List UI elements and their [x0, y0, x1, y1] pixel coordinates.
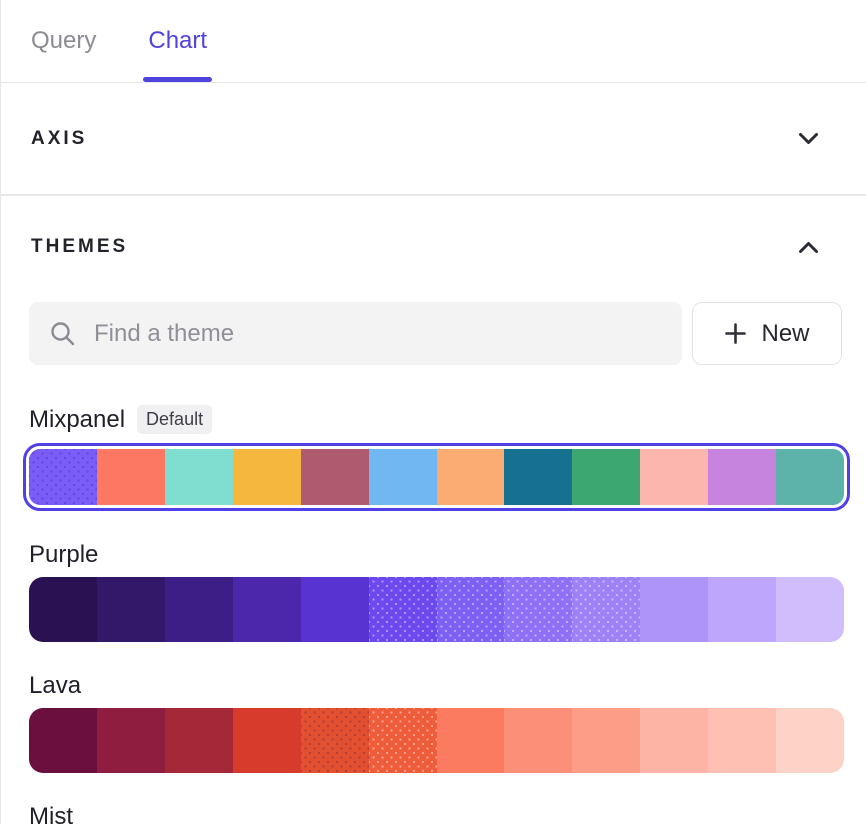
theme-name: Mist [29, 803, 73, 824]
theme-item-purple: Purple [29, 541, 844, 642]
chevron-up-icon [798, 241, 819, 254]
theme-search-row: New [1, 258, 866, 365]
color-swatch [29, 577, 97, 642]
theme-search-box[interactable] [29, 302, 682, 365]
color-swatch [369, 577, 437, 642]
color-swatch [776, 708, 844, 773]
color-swatch [97, 449, 165, 505]
axis-section-header[interactable]: AXIS [1, 83, 866, 196]
theme-name: Purple [29, 541, 98, 569]
color-swatch [165, 449, 233, 505]
color-swatch [301, 708, 369, 773]
chevron-down-icon [798, 132, 819, 145]
color-swatch [640, 577, 708, 642]
theme-swatch-row[interactable] [29, 708, 844, 773]
theme-swatch-row[interactable] [29, 577, 844, 642]
color-swatch [29, 708, 97, 773]
color-swatch [165, 708, 233, 773]
tab-bar: Query Chart [1, 0, 866, 83]
theme-list: Mixpanel Default Purple Lava Mist [1, 405, 866, 824]
theme-name: Lava [29, 672, 81, 700]
axis-section-title: AXIS [31, 128, 87, 150]
color-swatch [437, 449, 505, 505]
color-swatch [369, 708, 437, 773]
theme-item-mist: Mist [29, 803, 844, 824]
theme-name: Mixpanel [29, 406, 125, 434]
color-swatch [437, 708, 505, 773]
color-swatch [233, 577, 301, 642]
theme-label-row: Mixpanel Default [29, 405, 844, 434]
color-swatch [301, 577, 369, 642]
tab-chart[interactable]: Chart [148, 0, 207, 82]
theme-swatch-strip [29, 577, 844, 642]
color-swatch [572, 577, 640, 642]
color-swatch [29, 449, 97, 505]
theme-label-row: Lava [29, 672, 844, 700]
theme-label-row: Mist [29, 803, 844, 824]
theme-default-badge: Default [137, 405, 212, 434]
color-swatch [708, 577, 776, 642]
new-theme-button[interactable]: New [692, 302, 842, 365]
theme-label-row: Purple [29, 541, 844, 569]
color-swatch [572, 449, 640, 505]
color-swatch [776, 449, 844, 505]
themes-section-title: THEMES [31, 236, 128, 258]
theme-item-lava: Lava [29, 672, 844, 773]
color-swatch [640, 449, 708, 505]
theme-swatch-strip [29, 449, 844, 505]
theme-swatch-strip [29, 708, 844, 773]
plus-icon [724, 322, 747, 345]
theme-swatch-row[interactable] [23, 443, 850, 511]
color-swatch [504, 449, 572, 505]
color-swatch [504, 577, 572, 642]
color-swatch [165, 577, 233, 642]
color-swatch [572, 708, 640, 773]
theme-item-mixpanel: Mixpanel Default [29, 405, 844, 511]
color-swatch [504, 708, 572, 773]
theme-search-input[interactable] [94, 320, 662, 348]
color-swatch [776, 577, 844, 642]
color-swatch [708, 708, 776, 773]
color-swatch [233, 708, 301, 773]
color-swatch [708, 449, 776, 505]
search-icon [49, 320, 76, 347]
color-swatch [233, 449, 301, 505]
tab-query[interactable]: Query [31, 0, 96, 82]
color-swatch [640, 708, 708, 773]
color-swatch [97, 577, 165, 642]
color-swatch [369, 449, 437, 505]
color-swatch [437, 577, 505, 642]
themes-section-header[interactable]: THEMES [1, 196, 866, 258]
color-swatch [301, 449, 369, 505]
color-swatch [97, 708, 165, 773]
new-theme-button-label: New [761, 320, 809, 348]
